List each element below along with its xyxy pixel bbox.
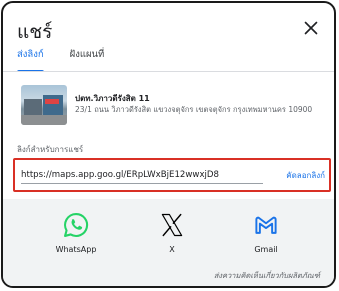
share-dialog: แชร์ ส่งลิงก์ ฝังแผนที่ ปตท.วิภาวดีรังสิ… [1,1,336,288]
send-feedback-link[interactable]: ส่งความคิดเห็นเกี่ยวกับผลิตภัณฑ์ [214,270,320,282]
place-thumbnail [21,85,67,125]
tab-send-link[interactable]: ส่งลิงก์ [17,45,44,72]
share-link-label: ลิงก์สำหรับการแชร์ [17,145,84,154]
share-whatsapp-button[interactable]: WhatsApp [41,211,111,254]
close-icon[interactable] [300,17,322,39]
tab-embed-map[interactable]: ฝังแผนที่ [70,45,105,71]
gmail-icon [255,216,277,234]
dialog-title: แชร์ [17,21,53,43]
share-x-button[interactable]: X [137,211,207,254]
share-gmail-button[interactable]: Gmail [231,211,301,254]
tabs-divider [3,71,334,72]
share-whatsapp-label: WhatsApp [55,245,97,254]
share-link-box: คัดลอกลิงก์ [13,158,331,192]
share-gmail-label: Gmail [254,245,278,254]
share-link-input[interactable] [21,166,263,184]
share-tabs: ส่งลิงก์ ฝังแผนที่ [17,45,105,72]
x-icon [161,213,183,237]
share-x-label: X [169,245,175,254]
copy-link-button[interactable]: คัดลอกลิงก์ [286,169,325,182]
whatsapp-icon [64,213,89,237]
place-summary: ปตท.วิภาวดีรังสิต 11 23/1 ถนน วิภาวดีรัง… [17,85,324,129]
dialog-header: แชร์ ส่งลิงก์ ฝังแผนที่ [3,3,334,73]
place-address: 23/1 ถนน วิภาวดีรังสิต แขวงจตุจักร เขตจต… [75,105,313,114]
share-targets: WhatsApp X Gmail ส่งความคิดเห็นเกี่ยวกับ… [3,199,334,286]
